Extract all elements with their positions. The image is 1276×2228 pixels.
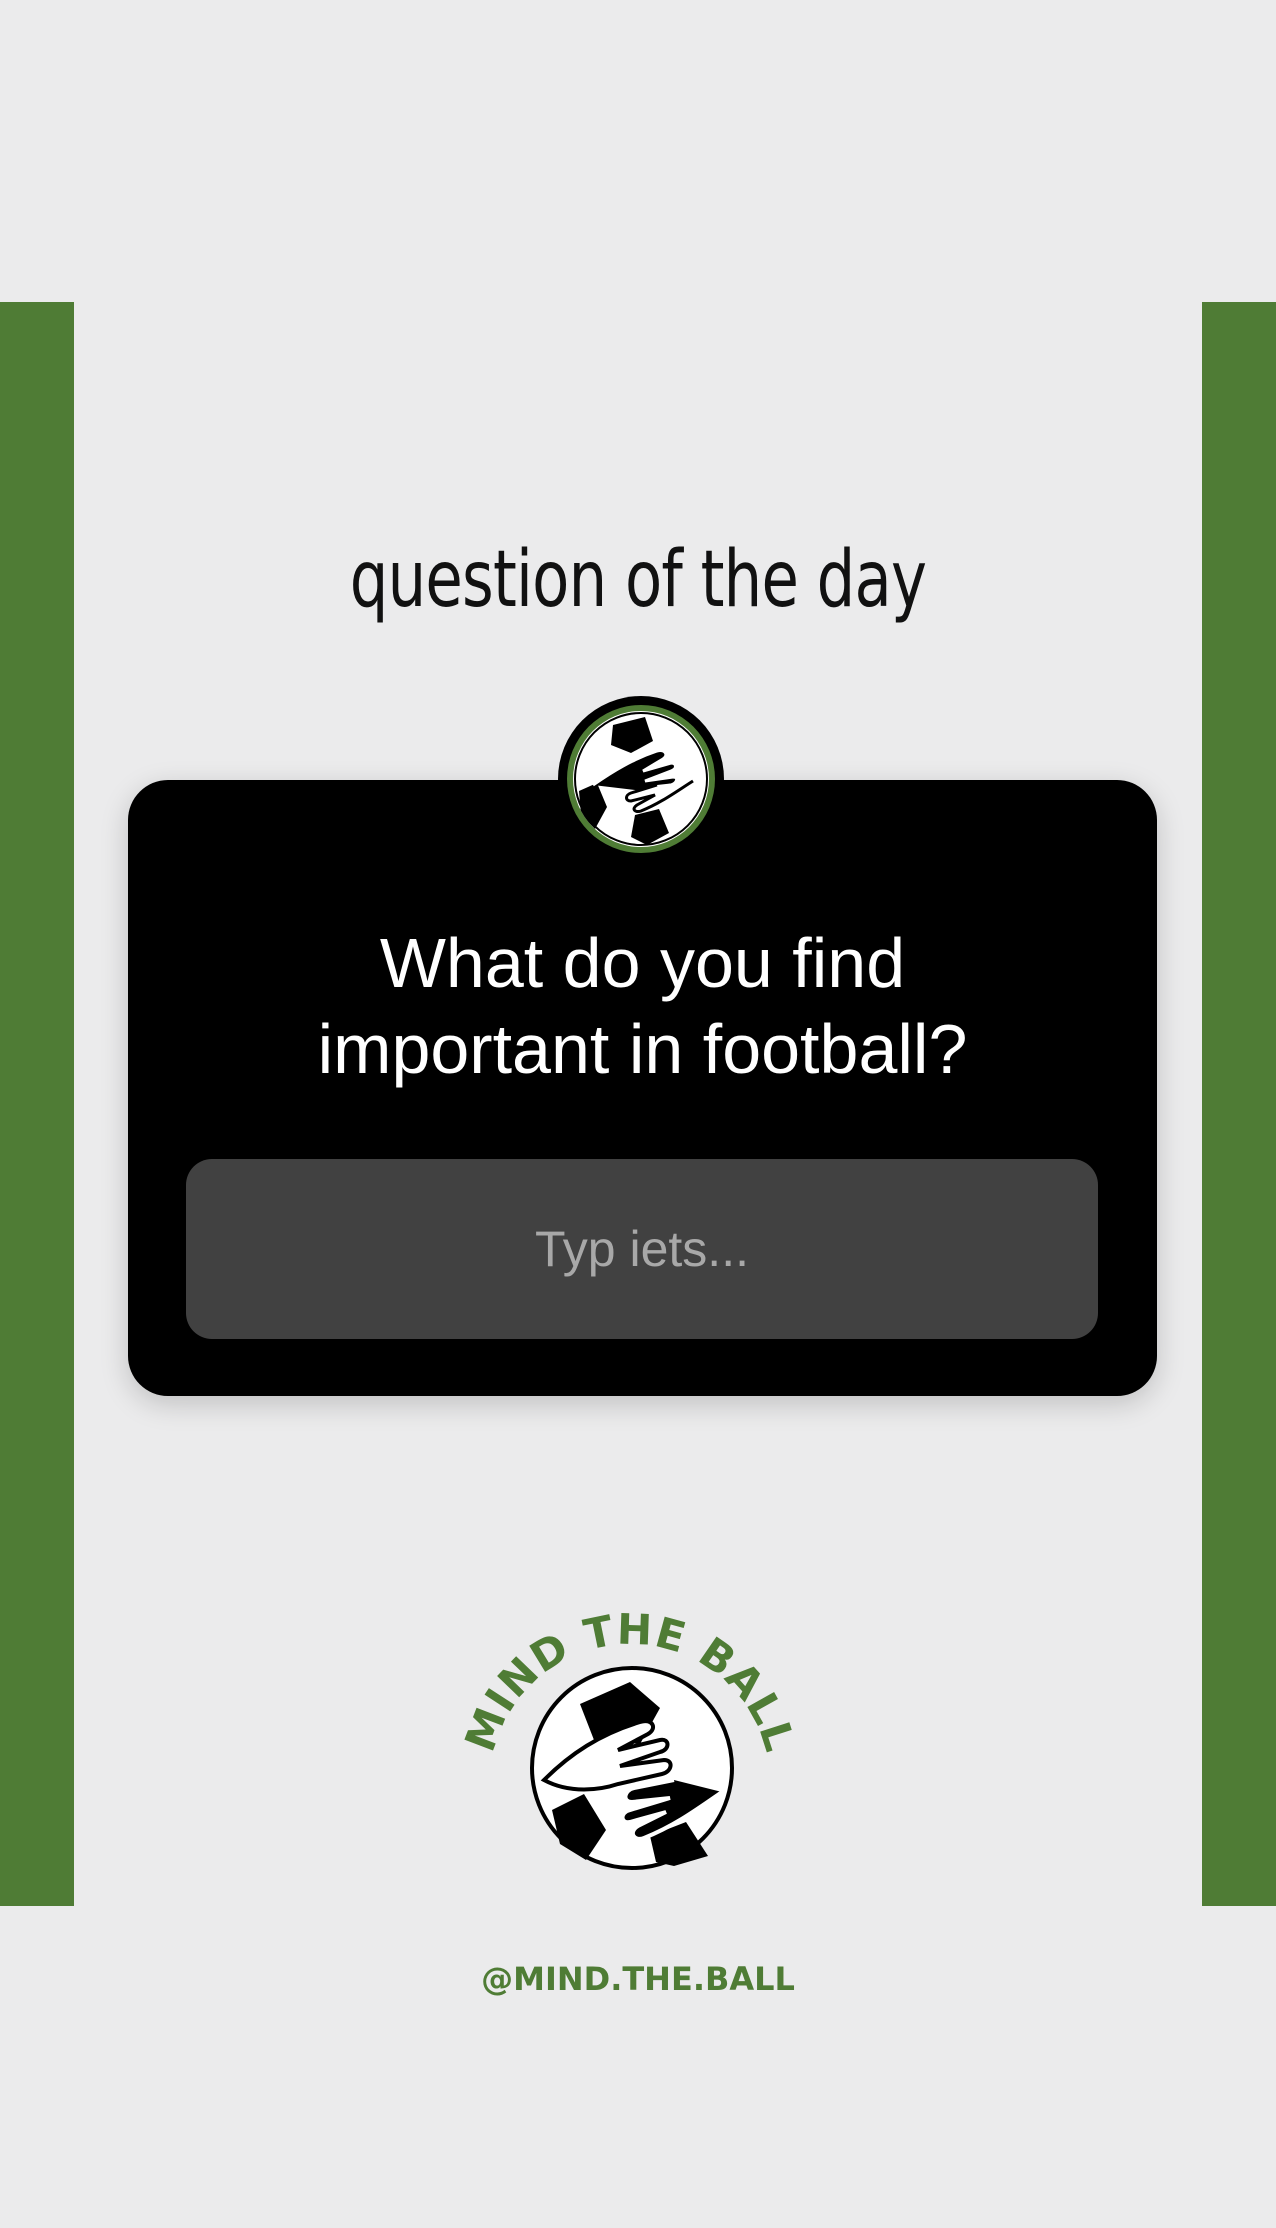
soccer-ball-hands-icon xyxy=(530,1666,734,1870)
story-headline: question of the day xyxy=(349,535,927,625)
left-green-border xyxy=(0,302,74,1906)
right-green-border xyxy=(1202,302,1276,1906)
mind-the-ball-logo: MIND THE BALL xyxy=(455,1604,804,1884)
account-handle: @MIND.THE.BALL xyxy=(481,1960,795,1998)
profile-avatar xyxy=(558,696,724,862)
soccer-ball-hands-icon xyxy=(573,711,709,847)
question-text: What do you find important in football? xyxy=(317,924,968,1088)
answer-input[interactable] xyxy=(186,1159,1098,1339)
